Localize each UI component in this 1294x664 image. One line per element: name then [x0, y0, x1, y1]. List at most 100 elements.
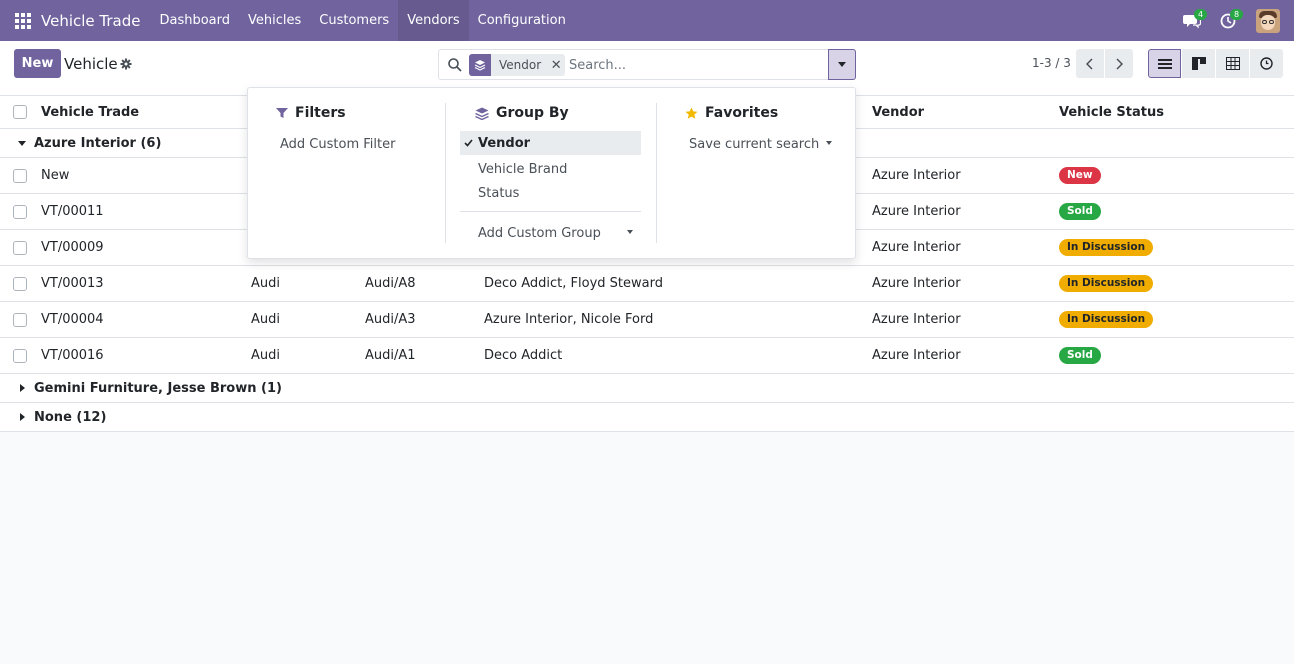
cell-vehicle-brand: Audi	[251, 312, 280, 327]
status-badge: In Discussion	[1059, 275, 1154, 292]
groupby-title: Group By	[496, 105, 569, 121]
cell-vendor: Azure Interior	[872, 348, 961, 363]
cell-vehicle-brand: Audi	[251, 348, 280, 363]
messages-count-badge: 4	[1194, 9, 1208, 20]
status-badge: In Discussion	[1059, 239, 1154, 256]
apps-menu-icon[interactable]	[15, 12, 31, 29]
search-options-toggle[interactable]	[828, 49, 856, 80]
group-label: Azure Interior (6)	[34, 135, 162, 151]
activity-view-button[interactable]	[1250, 49, 1283, 78]
select-all-checkbox[interactable]	[13, 105, 27, 119]
row-checkbox[interactable]	[13, 312, 27, 327]
groupby-option-status[interactable]: Status	[478, 184, 519, 202]
activities-button[interactable]: 8	[1210, 0, 1246, 41]
kanban-view-button[interactable]	[1182, 49, 1215, 78]
user-avatar[interactable]	[1256, 8, 1280, 33]
app-title[interactable]: Vehicle Trade	[41, 12, 140, 30]
chevron-left-icon	[1086, 57, 1093, 70]
top-navbar: Vehicle Trade Dashboard Vehicles Custome…	[0, 0, 1294, 41]
caret-right-icon	[20, 413, 25, 421]
cell-vehicle-brand: Audi	[251, 276, 280, 291]
facet-remove-icon[interactable]: ✕	[547, 54, 565, 76]
cell-vehicle-trade: New	[41, 168, 70, 183]
cell-vendor: Azure Interior	[872, 240, 961, 255]
column-header-vehicle-status[interactable]: Vehicle Status	[1059, 96, 1164, 128]
add-custom-filter[interactable]: Add Custom Filter	[280, 135, 395, 153]
table-grid-icon	[1225, 57, 1240, 70]
cell-vehicle-status: In Discussion	[1059, 302, 1154, 337]
star-icon	[685, 107, 698, 119]
menu-vendors[interactable]: Vendors	[398, 0, 469, 41]
cell-vendor: Azure Interior	[872, 168, 961, 183]
facet-label: Vendor	[499, 58, 542, 72]
group-row-gemini-furniture[interactable]: Gemini Furniture, Jesse Brown (1)	[0, 374, 1294, 403]
caret-down-icon	[18, 141, 26, 146]
pager-next-button[interactable]	[1105, 49, 1133, 78]
row-checkbox[interactable]	[13, 204, 27, 219]
caret-right-icon	[20, 384, 25, 392]
group-label: Gemini Furniture, Jesse Brown (1)	[34, 380, 282, 396]
cell-vendor: Azure Interior	[872, 276, 961, 291]
status-badge: New	[1059, 167, 1101, 184]
menu-dashboard[interactable]: Dashboard	[150, 0, 239, 41]
cell-vehicle-trade: VT/00009	[41, 240, 104, 255]
gear-icon[interactable]	[120, 58, 132, 70]
groupby-option-label: Vendor	[478, 135, 531, 151]
menu-configuration[interactable]: Configuration	[469, 0, 575, 41]
groupby-option-vehicle-brand[interactable]: Vehicle Brand	[478, 160, 567, 178]
menu-vehicles[interactable]: Vehicles	[239, 0, 310, 41]
status-badge: Sold	[1059, 203, 1101, 220]
favorites-section-title: Favorites	[685, 105, 778, 121]
caret-down-icon	[627, 230, 633, 234]
table-row[interactable]: VT/00004 Audi Audi/A3 Azure Interior, Nicol…	[0, 302, 1294, 338]
view-switcher	[1148, 49, 1284, 78]
row-checkbox[interactable]	[13, 168, 27, 183]
cell-vehicle-status: In Discussion	[1059, 230, 1154, 265]
search-bar: Vendor ✕	[438, 49, 856, 80]
add-custom-group-select[interactable]: Add Custom Group	[478, 224, 601, 242]
cell-customer: Deco Addict	[484, 348, 563, 363]
cell-vehicle-trade: VT/00004	[41, 312, 104, 327]
layers-icon	[475, 107, 489, 120]
groupby-section-title: Group By	[475, 105, 569, 121]
search-options-dropdown: Filters Add Custom Filter Group By Vendo…	[247, 87, 856, 259]
row-checkbox[interactable]	[13, 276, 27, 291]
search-input[interactable]	[569, 55, 819, 75]
pivot-view-button[interactable]	[1216, 49, 1249, 78]
search-facet-groupby: Vendor ✕	[469, 54, 566, 76]
cell-vehicle-model: Audi/A3	[365, 312, 416, 327]
activities-count-badge: 8	[1230, 9, 1244, 20]
save-current-search[interactable]: Save current search	[689, 135, 819, 153]
groupby-option-vendor[interactable]: Vendor	[460, 131, 641, 155]
menu-customers[interactable]: Customers	[310, 0, 398, 41]
cell-vehicle-trade: VT/00011	[41, 204, 104, 219]
filter-icon	[276, 108, 288, 118]
cell-vehicle-trade: VT/00013	[41, 276, 104, 291]
favorites-title: Favorites	[705, 105, 779, 121]
kanban-icon	[1191, 57, 1206, 70]
filters-section-title: Filters	[276, 105, 346, 121]
row-checkbox[interactable]	[13, 348, 27, 363]
status-badge: In Discussion	[1059, 311, 1154, 328]
search-icon[interactable]	[447, 57, 463, 73]
layers-icon	[469, 54, 491, 76]
column-header-vendor[interactable]: Vendor	[872, 96, 924, 128]
chevron-right-icon	[1116, 57, 1123, 70]
pager-previous-button[interactable]	[1076, 49, 1104, 78]
table-row[interactable]: VT/00013 Audi Audi/A8 Deco Addict, Floyd St…	[0, 266, 1294, 302]
group-label: None (12)	[34, 409, 107, 425]
messages-button[interactable]: 4	[1174, 0, 1210, 41]
pager-value[interactable]: 1-3 / 3	[1032, 56, 1071, 70]
new-button[interactable]: New	[14, 49, 61, 78]
caret-down-icon	[826, 141, 832, 145]
column-header-vehicle-trade[interactable]: Vehicle Trade	[41, 96, 139, 128]
list-view-button[interactable]	[1148, 49, 1181, 78]
breadcrumb: Vehicle	[64, 55, 118, 73]
cell-vendor: Azure Interior	[872, 312, 961, 327]
table-row[interactable]: VT/00016 Audi Audi/A1 Deco Addict Azure Inte…	[0, 338, 1294, 374]
cell-vehicle-model: Audi/A1	[365, 348, 416, 363]
filters-title: Filters	[295, 105, 346, 121]
group-row-none[interactable]: None (12)	[0, 403, 1294, 432]
list-icon	[1157, 58, 1172, 69]
row-checkbox[interactable]	[13, 240, 27, 255]
